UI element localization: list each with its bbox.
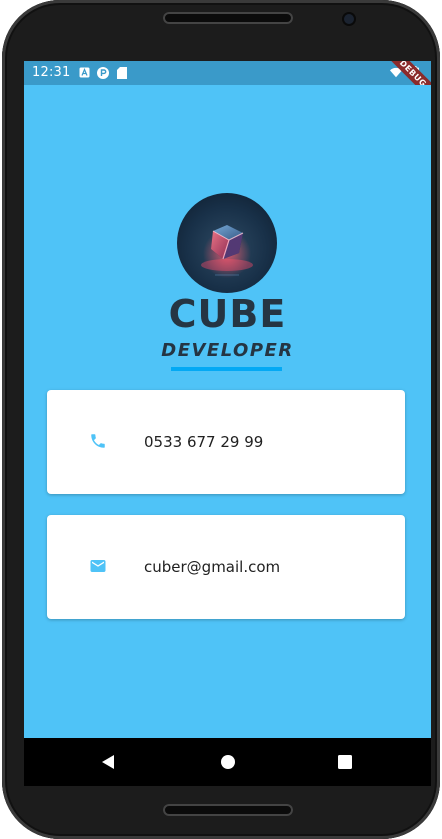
status-notification-icons xyxy=(78,66,128,79)
recents-icon[interactable] xyxy=(337,754,353,775)
front-camera xyxy=(344,14,354,24)
home-icon[interactable] xyxy=(220,754,236,775)
top-speaker xyxy=(163,12,293,24)
avatar xyxy=(177,193,277,293)
navigation-bar xyxy=(24,738,431,786)
email-icon xyxy=(89,557,107,575)
back-icon[interactable] xyxy=(100,754,116,775)
email-address: cuber@gmail.com xyxy=(144,558,281,576)
status-bar: 12:31 DEBUG xyxy=(24,61,431,107)
email-card[interactable]: cuber@gmail.com xyxy=(47,515,405,619)
divider xyxy=(171,367,282,371)
phone-device-frame: 12:31 DEBUG CUBE DEVELOPER 0533 677 29 9… xyxy=(2,0,440,839)
a-box-icon xyxy=(78,66,90,79)
circle-p-icon xyxy=(97,66,109,79)
phone-number: 0533 677 29 99 xyxy=(144,433,264,451)
phone-icon xyxy=(89,432,107,450)
status-time: 12:31 xyxy=(32,65,71,80)
glowing-cube-image xyxy=(197,218,257,278)
bottom-speaker xyxy=(163,804,293,816)
sd-card-icon xyxy=(116,66,128,79)
app-content: CUBE DEVELOPER 0533 677 29 99 cuber@gmai… xyxy=(24,85,431,738)
profile-name: CUBE xyxy=(168,292,287,336)
phone-screen: 12:31 DEBUG CUBE DEVELOPER 0533 677 29 9… xyxy=(24,61,431,786)
profile-role: DEVELOPER xyxy=(161,340,294,361)
phone-card[interactable]: 0533 677 29 99 xyxy=(47,390,405,494)
